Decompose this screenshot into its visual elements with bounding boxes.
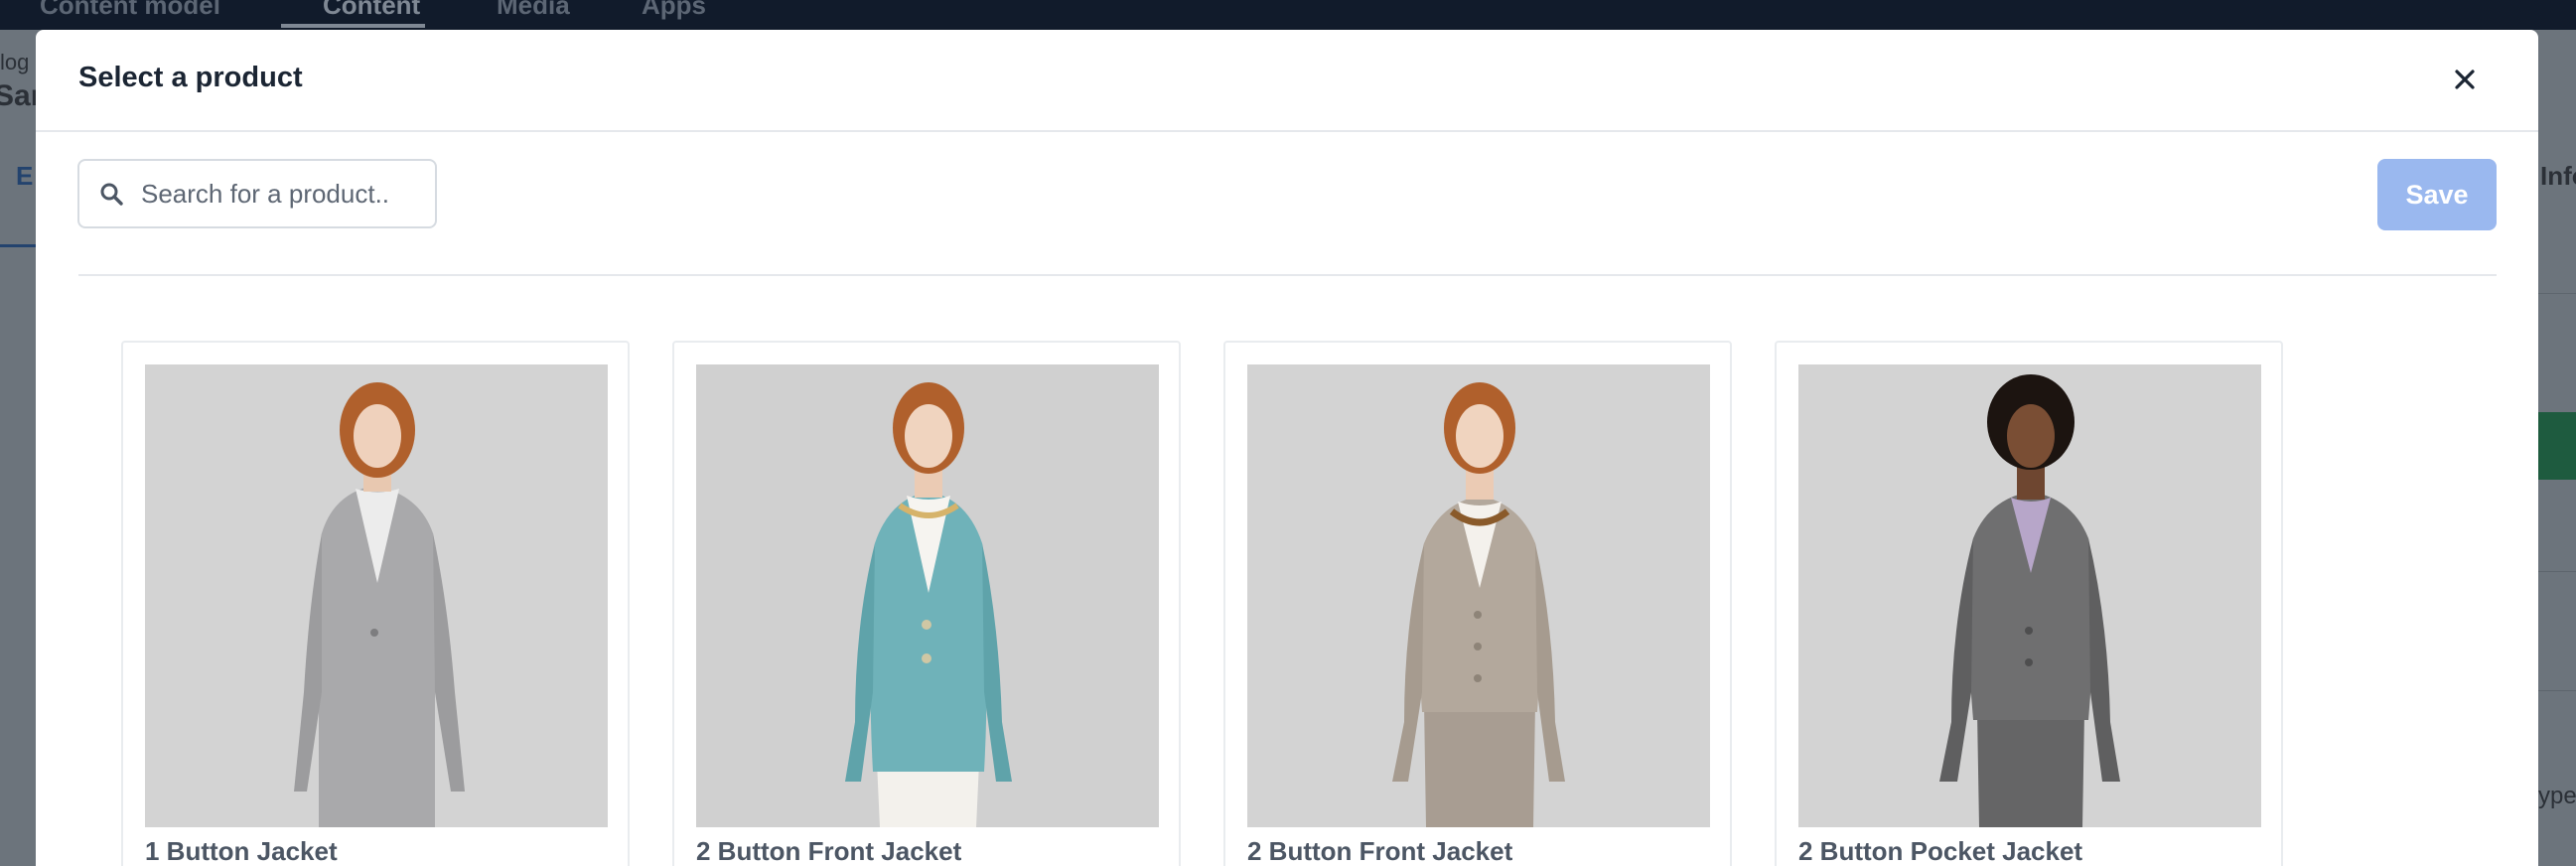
product-image [1247,364,1710,827]
nav-content: Content [323,0,421,20]
product-card[interactable]: 2 Button Pocket Jacket [1775,341,2283,866]
bg-info-fragment: Info [2540,161,2576,191]
bg-breadcrumb-fragment: log [0,50,30,74]
select-product-dialog: Select a product Save [36,30,2538,866]
product-title: 1 Button Jacket [145,836,338,866]
product-card[interactable]: 2 Button Front Jacket [1223,341,1732,866]
product-title: 2 Button Pocket Jacket [1798,836,2083,866]
product-title: 2 Button Front Jacket [1247,836,1513,866]
nav-content-model: Content model [40,0,220,20]
bg-divider [2538,293,2576,294]
dialog-header: Select a product [36,30,2538,132]
bg-divider [2538,690,2576,691]
product-image [145,364,608,827]
product-card[interactable]: 2 Button Front Jacket [672,341,1181,866]
app-top-nav: Content model Content Media Apps [0,0,2576,30]
nav-active-indicator [281,24,425,28]
bg-status-bar [2538,412,2576,480]
save-button[interactable]: Save [2377,159,2497,230]
product-image [696,364,1159,827]
close-button[interactable] [2445,60,2485,99]
section-divider [78,274,2497,276]
bg-tab-indicator [0,244,36,247]
bg-type-fragment: ype [2538,783,2576,809]
search-input[interactable] [141,169,425,218]
nav-media: Media [497,0,570,20]
search-icon [100,183,123,206]
search-field[interactable] [77,159,437,228]
nav-apps: Apps [642,0,706,20]
dialog-title: Select a product [78,62,303,93]
product-image [1798,364,2261,827]
product-card[interactable]: 1 Button Jacket [121,341,630,866]
close-icon [2455,70,2475,89]
bg-divider [2538,571,2576,572]
bg-tab-fragment: E [16,161,34,191]
product-title: 2 Button Front Jacket [696,836,962,866]
